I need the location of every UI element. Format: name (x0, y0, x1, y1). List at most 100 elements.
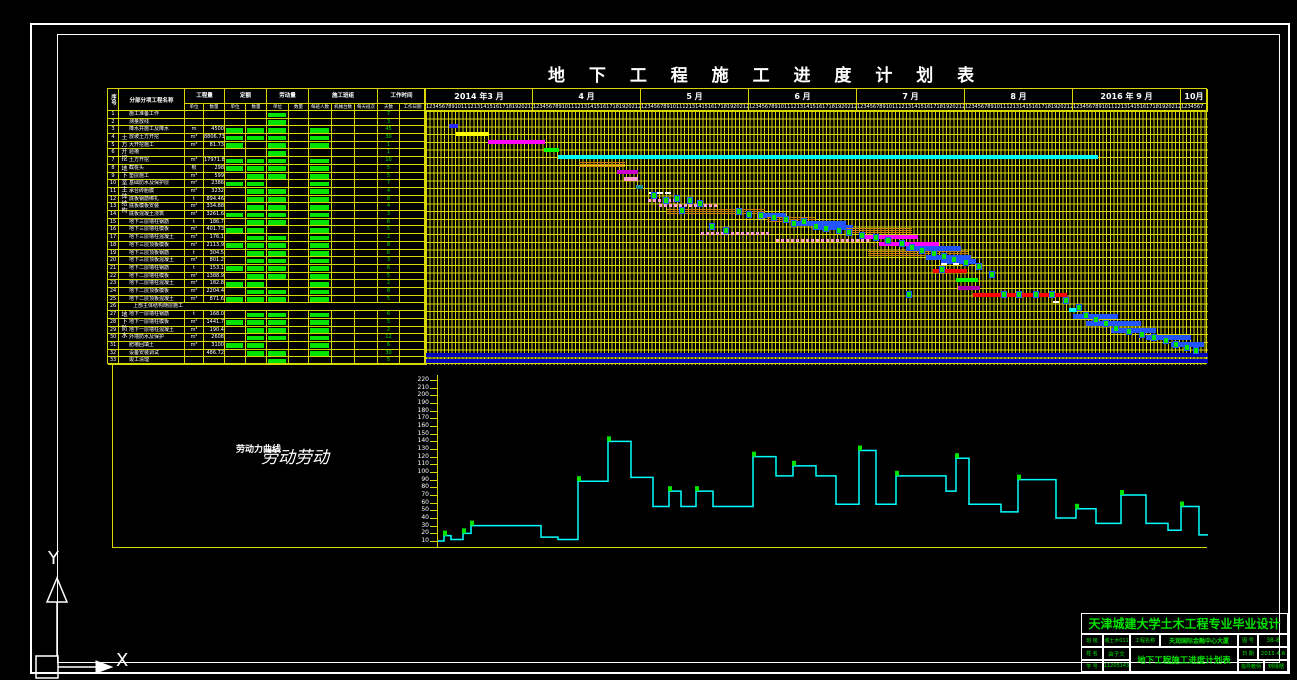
row-days: 5 (378, 318, 400, 327)
table-row: 22 地下二层墙柱模板 m² 1388.9 5 (108, 272, 426, 281)
row-name: 底板钢筋绑扎 (119, 195, 185, 204)
quantity-bar (268, 235, 286, 241)
row-qty: 3261.6 (204, 211, 225, 219)
row-name: 地下二层墙柱模板 (119, 272, 185, 281)
row-days: 6 (378, 218, 400, 227)
row-cell (332, 288, 355, 296)
day-numbers: 1234567891011121314151617181920212223242… (641, 104, 749, 111)
quantity-bar (310, 166, 329, 172)
curve-marker (1017, 474, 1021, 480)
quantity-bar (268, 204, 286, 210)
quantity-bar (247, 320, 264, 325)
row-name: 土方开挖 (119, 157, 185, 165)
activity-marker (885, 237, 891, 244)
gantt-bar (617, 170, 638, 174)
quantity-bar (247, 351, 264, 356)
table-row: 13 底板模板安装 m² 334.88 4 (108, 203, 426, 212)
drawing-title: 地下工程施工进度计划表 (1130, 647, 1238, 672)
row-workdate (400, 111, 426, 119)
axis-tick-label: 90 (421, 475, 429, 483)
row-qty: 2608 (204, 334, 225, 342)
row-days: 2 (378, 280, 400, 289)
row-workdate (400, 164, 426, 173)
row-days: 6 (378, 311, 400, 319)
row-cell (332, 134, 355, 142)
activity-marker (823, 225, 829, 232)
row-unit (185, 118, 204, 127)
row-name: 大开挖施工 (119, 141, 185, 150)
activity-marker (663, 197, 669, 204)
gantt-chart: 2014 年3 月 1234567891011121314151617181920… (425, 88, 1208, 365)
col-group-header: 劳动量 (267, 89, 309, 104)
quantity-bar (310, 143, 329, 148)
quantity-bar (268, 189, 286, 195)
activity-marker (1151, 334, 1157, 341)
quantity-bar (226, 297, 243, 302)
quantity-bar (310, 227, 329, 233)
day-numbers: 1234567891011121314151617181920212223242… (426, 104, 533, 111)
row-qty: 168.0 (204, 311, 225, 319)
row-cell (332, 211, 355, 219)
row-cell (332, 164, 355, 173)
row-cell (225, 334, 246, 342)
row-cell (355, 334, 378, 342)
row-group-label: 土方开挖 (120, 134, 127, 163)
row-seq: 11 (108, 187, 119, 196)
activity-marker (899, 240, 905, 247)
row-qty (204, 118, 225, 127)
quantity-bar (268, 158, 286, 164)
quantity-bar (247, 328, 264, 333)
row-seq: 16 (108, 226, 119, 235)
row-seq: 13 (108, 203, 119, 212)
row-seq: 10 (108, 180, 119, 188)
table-row: 10 基础防水及保护层 m² 2386 7 (108, 180, 426, 188)
row-seq: 4 (108, 134, 119, 142)
row-cell (355, 187, 378, 196)
quantity-bar (226, 143, 243, 148)
row-seq: 23 (108, 280, 119, 289)
axis-tick (430, 418, 437, 420)
row-cell (355, 172, 378, 181)
row-unit: m² (185, 288, 204, 296)
row-cell (332, 341, 355, 350)
quantity-bar (247, 166, 264, 172)
row-workdate (400, 318, 426, 327)
row-qty (204, 149, 225, 158)
row-unit: m² (185, 318, 204, 327)
activity-marker (758, 212, 764, 219)
row-days: 10 (378, 157, 400, 165)
curve-marker (470, 520, 474, 526)
axis-tick (430, 379, 437, 381)
curve-marker (858, 445, 862, 451)
quantity-bar (268, 243, 286, 249)
y-arrow-icon (45, 576, 69, 603)
quantity-bar (268, 127, 286, 133)
axis-tick-label: 100 (417, 467, 429, 475)
axis-tick-label: 70 (421, 490, 429, 498)
table-row: 26 上部主体结构随层施工 (108, 303, 426, 312)
activity-marker (1103, 320, 1109, 327)
curve-marker (577, 476, 581, 482)
cad-drawing-canvas: 地 下 工 程 施 工 进 度 计 划 表 序号 分部分项工程名称 工程量 单位 数量定… (0, 0, 1297, 680)
row-days: 4 (378, 203, 400, 212)
row-qty: 334.88 (204, 203, 225, 212)
table-row: 23 地下二层墙柱混凝土 m³ 182.8 2 (108, 280, 426, 289)
axis-tick-label: 180 (417, 406, 429, 414)
table-row: 16 地下三层墙柱模板 m² 401.73 5 (108, 226, 426, 235)
quantity-bar (247, 220, 264, 225)
row-cell (225, 249, 246, 258)
row-cell (332, 111, 355, 119)
labor-histogram: 劳动力曲线 劳动劳动 220 210 200 190 180 170 160 150 140 13… (112, 365, 1208, 548)
table-row: 31 肥槽回填土 m³ 3100 6 (108, 341, 426, 350)
axis-tick (430, 433, 437, 435)
table-row: 11 承台砖胎膜 m² 3232 4 (108, 187, 426, 196)
axis-tick (430, 425, 437, 427)
row-name: 地下三层墙柱混凝土 (119, 234, 185, 242)
quantity-bar (247, 266, 264, 272)
quantity-bar (226, 181, 243, 187)
row-cell (289, 218, 309, 227)
row-days: 30 (378, 134, 400, 142)
activity-marker (1076, 304, 1082, 311)
quantity-bar (247, 197, 264, 202)
axis-tick-label: 120 (417, 452, 429, 460)
